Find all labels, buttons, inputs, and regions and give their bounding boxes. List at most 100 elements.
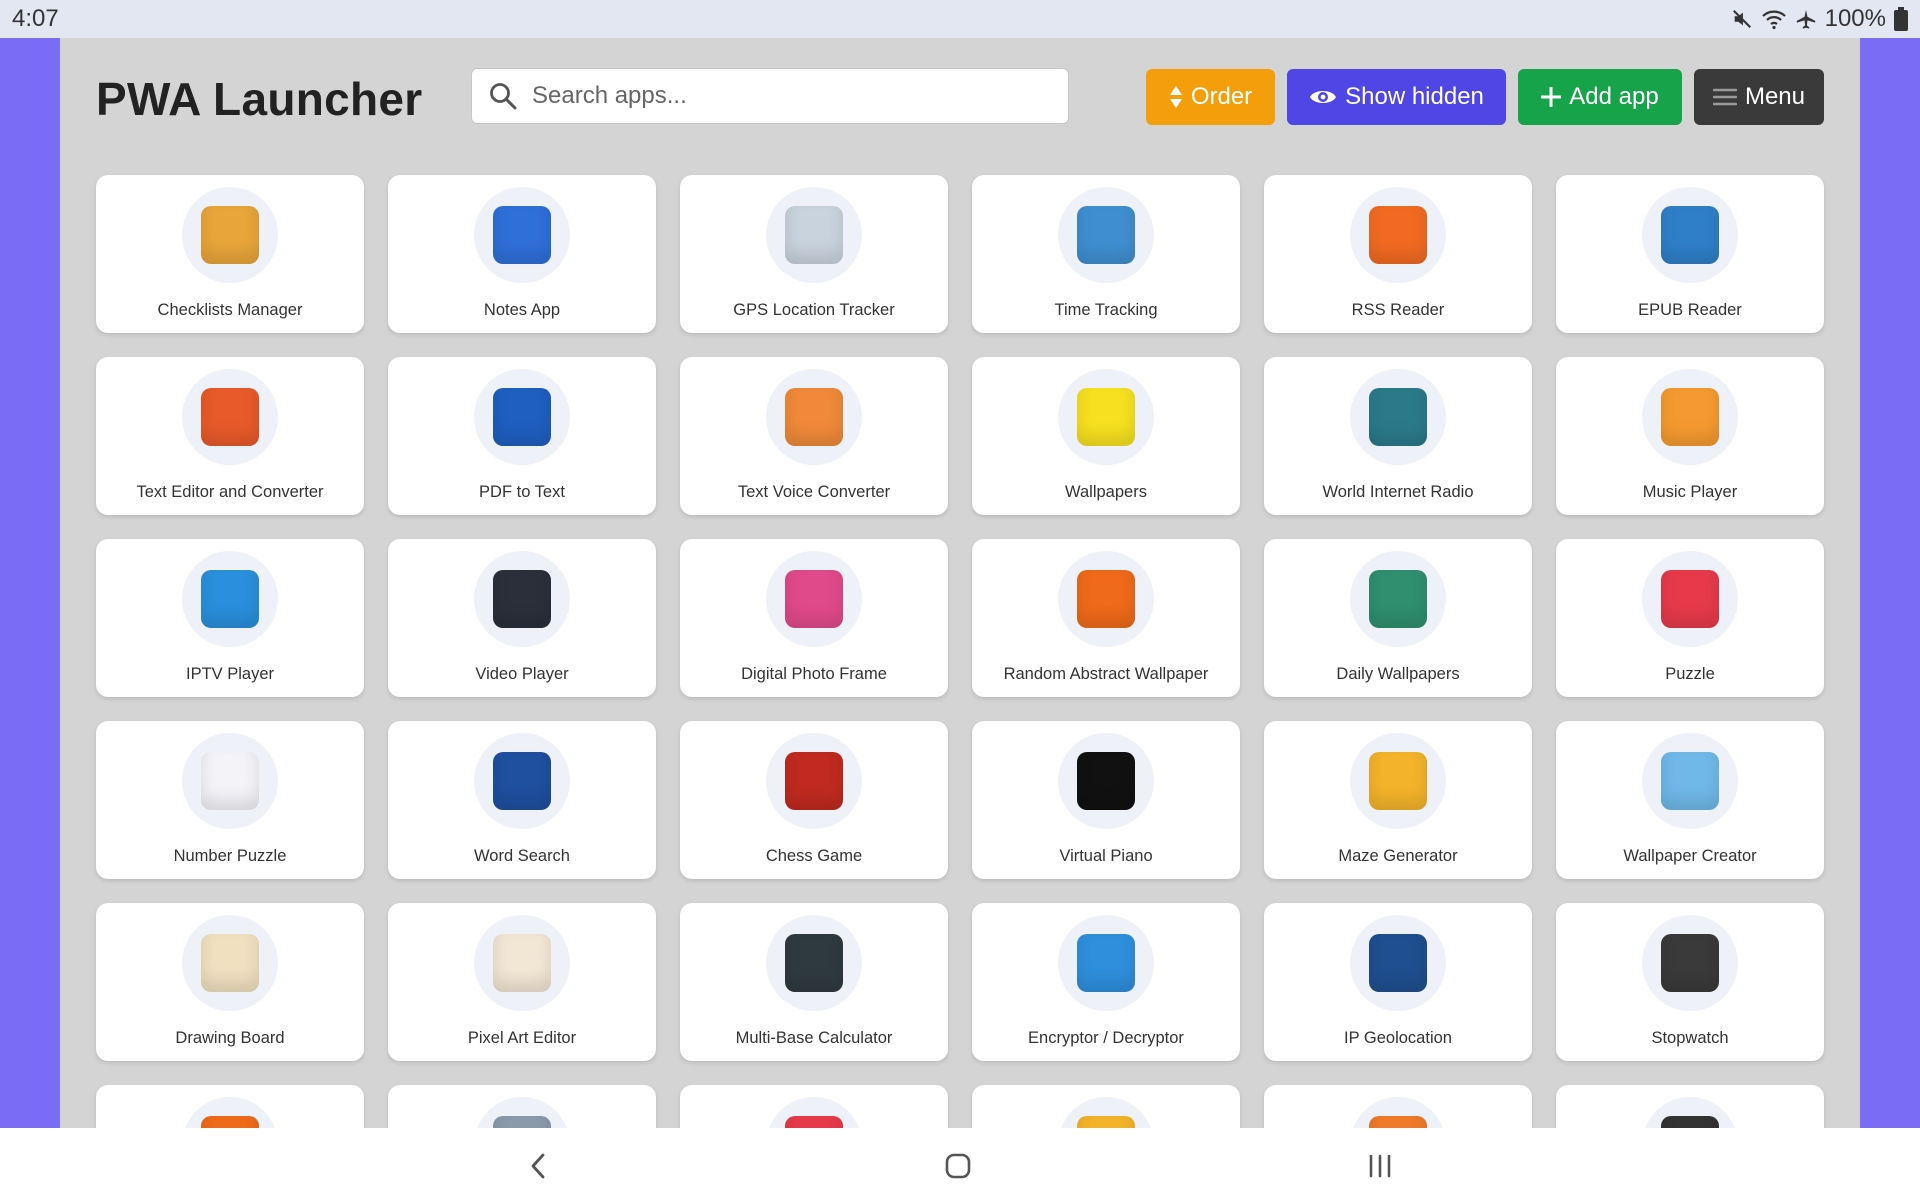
app-card[interactable]: Video Player	[388, 539, 656, 697]
app-card[interactable]: PDF to Text	[388, 357, 656, 515]
app-icon-circle	[1642, 733, 1738, 829]
app-card[interactable]	[680, 1085, 948, 1128]
app-card[interactable]: RSS Reader	[1264, 175, 1532, 333]
app-card[interactable]	[972, 1085, 1240, 1128]
app-card[interactable]: Maze Generator	[1264, 721, 1532, 879]
app-label: Wallpaper Creator	[1623, 847, 1757, 865]
plus-icon	[1541, 87, 1562, 107]
puzzle-icon	[1661, 570, 1719, 628]
order-button-label: Order	[1190, 83, 1253, 110]
app-icon-circle	[1642, 1097, 1738, 1128]
app-card[interactable]: Text Editor and Converter	[96, 357, 364, 515]
app-card[interactable]: Chess Game	[680, 721, 948, 879]
app-card[interactable]: Number Puzzle	[96, 721, 364, 879]
app-icon-circle	[1350, 369, 1446, 465]
app-card[interactable]	[96, 1085, 364, 1128]
app-icon-circle	[1058, 369, 1154, 465]
app-label: PDF to Text	[479, 483, 565, 501]
app-card[interactable]: Puzzle	[1556, 539, 1824, 697]
app-card[interactable]: Wallpaper Creator	[1556, 721, 1824, 879]
app-card[interactable]: Virtual Piano	[972, 721, 1240, 879]
app-label: Chess Game	[765, 847, 863, 865]
app-card[interactable]: Digital Photo Frame	[680, 539, 948, 697]
app-card[interactable]: GPS Location Tracker	[680, 175, 948, 333]
search-input[interactable]	[532, 82, 1032, 110]
globe-radio-icon	[1369, 388, 1427, 446]
app-icon-circle	[1058, 187, 1154, 283]
app-card[interactable]	[388, 1085, 656, 1128]
menu-button[interactable]: Menu	[1694, 69, 1824, 125]
app-icon-circle	[1350, 915, 1446, 1011]
app-label: Digital Photo Frame	[741, 665, 887, 683]
app-icon-circle	[182, 915, 278, 1011]
app-card[interactable]: IP Geolocation	[1264, 903, 1532, 1061]
app-icon-circle	[474, 733, 570, 829]
app-card[interactable]: EPUB Reader	[1556, 175, 1824, 333]
app-card[interactable]: World Internet Radio	[1264, 357, 1532, 515]
app-card[interactable]	[1556, 1085, 1824, 1128]
show-hidden-button-label: Show hidden	[1345, 83, 1484, 110]
app-icon-circle	[182, 187, 278, 283]
app-card[interactable]	[1264, 1085, 1532, 1128]
search-box[interactable]	[471, 68, 1069, 124]
pdf-icon	[493, 388, 551, 446]
app-icon-circle	[1350, 733, 1446, 829]
app-card[interactable]: Stopwatch	[1556, 903, 1824, 1061]
partial-app-icon	[1077, 1116, 1135, 1128]
app-card[interactable]: Drawing Board	[96, 903, 364, 1061]
paint-brush-icon	[1661, 752, 1719, 810]
app-icon-circle	[474, 187, 570, 283]
app-icon-circle	[766, 1097, 862, 1128]
app-label: Text Editor and Converter	[136, 483, 324, 501]
add-app-button-label: Add app	[1569, 83, 1659, 110]
app-label: Video Player	[475, 665, 569, 683]
battery-icon	[1894, 7, 1908, 31]
app-card[interactable]: Notes App	[388, 175, 656, 333]
app-card[interactable]: Daily Wallpapers	[1264, 539, 1532, 697]
landscape-icon	[1369, 570, 1427, 628]
app-icon-circle	[1350, 187, 1446, 283]
app-icon-circle	[474, 369, 570, 465]
app-card[interactable]: Multi-Base Calculator	[680, 903, 948, 1061]
app-label: Multi-Base Calculator	[735, 1029, 893, 1047]
app-label: Drawing Board	[175, 1029, 285, 1047]
app-icon-circle	[474, 915, 570, 1011]
partial-app-icon	[1661, 1116, 1719, 1128]
home-button[interactable]	[936, 1144, 980, 1188]
calculator-icon	[785, 934, 843, 992]
drawing-icon	[201, 934, 259, 992]
app-icon-circle	[182, 1097, 278, 1128]
app-card[interactable]: Text Voice Converter	[680, 357, 948, 515]
app-card[interactable]: Wallpapers	[972, 357, 1240, 515]
calendar-clock-icon	[1077, 206, 1135, 264]
word-search-icon	[493, 752, 551, 810]
app-card[interactable]: Time Tracking	[972, 175, 1240, 333]
epub-icon	[1661, 206, 1719, 264]
app-card[interactable]: Encryptor / Decryptor	[972, 903, 1240, 1061]
recents-button[interactable]	[1358, 1144, 1402, 1188]
app-label: Time Tracking	[1054, 301, 1158, 319]
number-grid-icon	[201, 752, 259, 810]
app-card[interactable]: Checklists Manager	[96, 175, 364, 333]
app-icon-circle	[182, 369, 278, 465]
order-button[interactable]: Order	[1146, 69, 1275, 125]
abstract-icon	[1077, 570, 1135, 628]
tv-icon	[201, 570, 259, 628]
app-icon-circle	[1642, 369, 1738, 465]
add-app-button[interactable]: Add app	[1518, 69, 1682, 125]
back-button[interactable]	[516, 1144, 560, 1188]
app-card[interactable]: IPTV Player	[96, 539, 364, 697]
page-title: PWA Launcher	[96, 73, 423, 125]
app-card[interactable]: Music Player	[1556, 357, 1824, 515]
app-card[interactable]: Pixel Art Editor	[388, 903, 656, 1061]
app-label: Virtual Piano	[1059, 847, 1153, 865]
app-label: Maze Generator	[1338, 847, 1458, 865]
notes-icon	[493, 206, 551, 264]
show-hidden-button[interactable]: Show hidden	[1287, 69, 1506, 125]
app-icon-circle	[474, 551, 570, 647]
status-bar: 4:07 100%	[0, 0, 1920, 38]
app-card[interactable]: Word Search	[388, 721, 656, 879]
app-label: GPS Location Tracker	[733, 301, 895, 319]
app-icon-circle	[1058, 551, 1154, 647]
app-card[interactable]: Random Abstract Wallpaper	[972, 539, 1240, 697]
